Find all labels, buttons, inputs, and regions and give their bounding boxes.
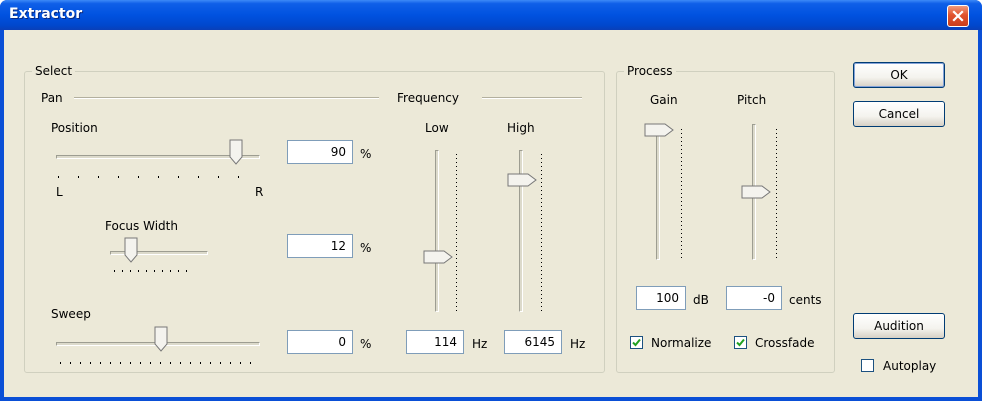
focus-width-field[interactable]: 12 <box>287 234 353 258</box>
high-field[interactable]: 6145 <box>504 330 562 354</box>
high-unit: Hz <box>570 337 586 351</box>
dialog-body: Select Pan Frequency Position L R 90 % F… <box>4 30 978 397</box>
sweep-field[interactable]: 0 <box>287 330 353 354</box>
gain-field[interactable]: 100 <box>636 286 686 310</box>
position-unit: % <box>360 147 372 161</box>
check-icon <box>632 338 641 347</box>
process-group-label: Process <box>624 64 676 78</box>
gain-label: Gain <box>650 93 678 107</box>
high-slider-ticks <box>541 154 543 312</box>
position-field[interactable]: 90 <box>287 140 353 164</box>
focus-width-label: Focus Width <box>105 219 178 233</box>
close-icon <box>952 10 964 22</box>
select-group-label: Select <box>32 64 76 78</box>
ok-button[interactable]: OK <box>853 62 945 88</box>
process-group: Process <box>616 64 835 373</box>
position-right-label: R <box>255 185 264 199</box>
sweep-slider-ticks <box>60 362 251 364</box>
gain-unit: dB <box>693 293 709 307</box>
low-label: Low <box>425 121 449 135</box>
frequency-divider <box>482 97 582 99</box>
low-field[interactable]: 114 <box>406 330 464 354</box>
low-slider-ticks <box>456 154 458 312</box>
normalize-checkbox[interactable] <box>630 336 643 349</box>
focus-width-slider-ticks <box>114 270 187 272</box>
pitch-field[interactable]: -0 <box>726 286 782 310</box>
position-slider-ticks <box>58 176 239 178</box>
low-slider-thumb[interactable] <box>423 250 453 264</box>
pan-label: Pan <box>41 91 63 105</box>
autoplay-checkbox[interactable] <box>861 359 874 372</box>
focus-width-slider-thumb[interactable] <box>124 237 138 263</box>
normalize-label[interactable]: Normalize <box>651 336 711 350</box>
gain-slider-track[interactable] <box>656 124 660 260</box>
sweep-slider-thumb[interactable] <box>154 326 168 352</box>
autoplay-label[interactable]: Autoplay <box>883 359 936 373</box>
high-label: High <box>507 121 535 135</box>
focus-width-unit: % <box>360 241 372 255</box>
crossfade-checkbox[interactable] <box>734 336 747 349</box>
pitch-label: Pitch <box>737 93 767 107</box>
low-slider-track[interactable] <box>435 150 439 312</box>
extractor-dialog: Extractor Select Pan Frequency Position <box>0 0 982 401</box>
position-slider-thumb[interactable] <box>229 139 243 165</box>
position-left-label: L <box>56 185 63 199</box>
audition-button[interactable]: Audition <box>853 313 945 339</box>
pitch-unit: cents <box>789 293 822 307</box>
sweep-label: Sweep <box>51 307 91 321</box>
gain-slider-thumb[interactable] <box>644 123 674 137</box>
gain-slider-ticks <box>681 129 683 259</box>
close-button[interactable] <box>947 5 969 27</box>
check-icon <box>736 338 745 347</box>
crossfade-label[interactable]: Crossfade <box>755 336 814 350</box>
pan-divider <box>74 97 379 99</box>
frequency-label: Frequency <box>397 91 459 105</box>
high-slider-thumb[interactable] <box>507 173 537 187</box>
title-bar[interactable]: Extractor <box>0 0 982 30</box>
pitch-slider-ticks <box>776 129 778 259</box>
pitch-slider-thumb[interactable] <box>741 185 771 199</box>
low-unit: Hz <box>472 337 488 351</box>
position-label: Position <box>51 121 98 135</box>
cancel-button[interactable]: Cancel <box>853 101 945 127</box>
window-title: Extractor <box>9 6 83 22</box>
sweep-unit: % <box>360 337 372 351</box>
